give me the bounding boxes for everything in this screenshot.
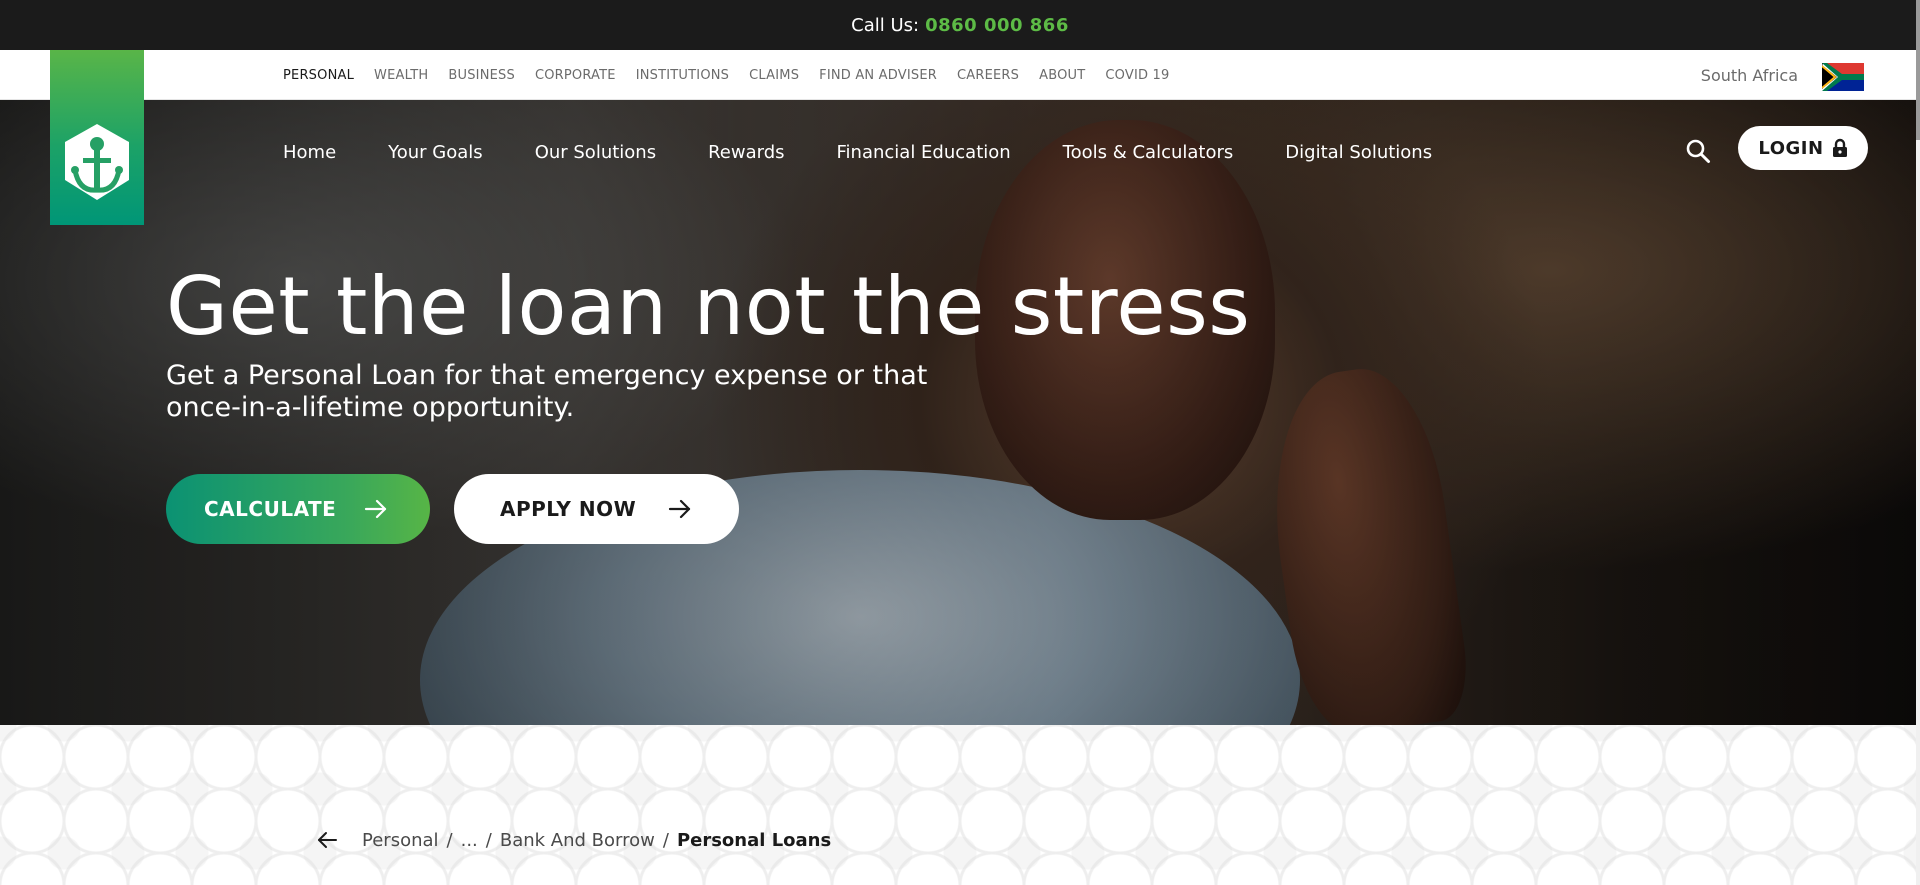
calculate-label: CALCULATE [204,497,337,521]
segment-links: PERSONAL WEALTH BUSINESS CORPORATE INSTI… [283,50,1170,100]
phone-number-link[interactable]: 0860 000 866 [925,15,1069,36]
breadcrumb-separator: / [446,829,453,851]
utility-nav: PERSONAL WEALTH BUSINESS CORPORATE INSTI… [0,50,1916,100]
call-us-label: Call Us: [851,14,920,36]
breadcrumb-current: Personal Loans [676,829,832,851]
breadcrumb-bank-and-borrow[interactable]: Bank And Borrow [500,830,655,851]
login-label: LOGIN [1758,137,1824,159]
util-link-claims[interactable]: CLAIMS [749,68,799,83]
nav-our-solutions[interactable]: Our Solutions [535,142,656,163]
util-link-personal[interactable]: PERSONAL [283,68,354,83]
arrow-right-icon [365,499,387,519]
breadcrumb-personal[interactable]: Personal [362,830,439,851]
breadcrumb-separator: / [485,829,492,851]
util-link-about[interactable]: ABOUT [1039,68,1085,83]
calculate-button[interactable]: CALCULATE [166,474,430,544]
breadcrumb-separator: / [662,829,669,851]
nav-rewards[interactable]: Rewards [708,142,784,163]
hero-subtitle: Get a Personal Loan for that emergency e… [166,360,928,423]
nav-your-goals[interactable]: Your Goals [388,142,483,163]
decorative-pattern-section [0,725,1916,885]
nav-home[interactable]: Home [283,142,336,163]
apply-now-label: APPLY NOW [500,497,637,521]
apply-now-button[interactable]: APPLY NOW [454,474,739,544]
search-icon[interactable] [1685,138,1711,164]
scrollbar-thumb[interactable] [1916,0,1920,140]
main-nav: Home Your Goals Our Solutions Rewards Fi… [283,142,1432,163]
util-link-careers[interactable]: CAREERS [957,68,1019,83]
hero-title: Get the loan not the stress [166,260,1251,353]
anchor-shield-logo-icon [65,124,129,200]
util-link-business[interactable]: BUSINESS [448,68,515,83]
nav-tools-calculators[interactable]: Tools & Calculators [1063,142,1234,163]
south-africa-flag-icon[interactable] [1822,63,1864,91]
util-link-covid-19[interactable]: COVID 19 [1105,68,1169,83]
region-selector[interactable]: South Africa [1701,50,1798,100]
nav-digital-solutions[interactable]: Digital Solutions [1285,142,1432,163]
page-scrollbar[interactable] [1916,0,1920,885]
util-link-find-an-adviser[interactable]: FIND AN ADVISER [819,68,937,83]
breadcrumb: Personal / ... / Bank And Borrow / Perso… [316,829,831,851]
call-us-bar: Call Us: 0860 000 866 [0,0,1920,50]
nav-financial-education[interactable]: Financial Education [837,142,1011,163]
arrow-left-icon[interactable] [316,829,338,851]
util-link-corporate[interactable]: CORPORATE [535,68,616,83]
arrow-right-icon [669,499,691,519]
lock-icon [1832,138,1847,157]
util-link-wealth[interactable]: WEALTH [374,68,428,83]
old-mutual-logo[interactable] [50,50,144,225]
util-link-institutions[interactable]: INSTITUTIONS [636,68,729,83]
breadcrumb-ellipsis[interactable]: ... [461,830,478,851]
login-button[interactable]: LOGIN [1738,126,1868,170]
